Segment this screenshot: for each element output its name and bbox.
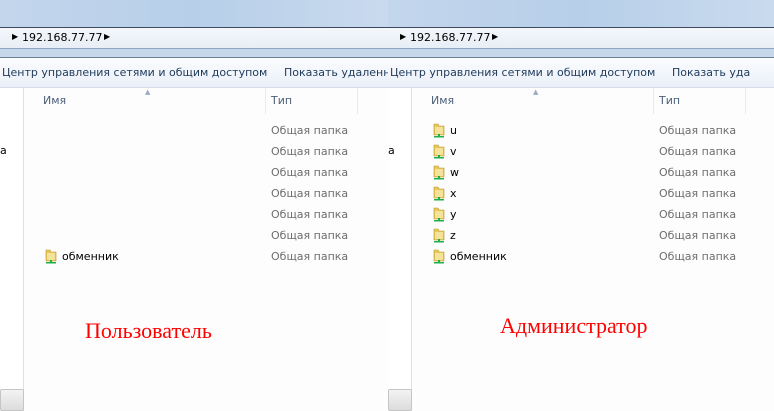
shared-folder-icon xyxy=(44,249,58,264)
list-item[interactable]: y Общая папка xyxy=(412,205,774,226)
file-list: ▲ Имя Тип Общая папка Общая папка Общая папка… xyxy=(24,88,388,411)
item-type: Общая папка xyxy=(659,166,737,179)
navigation-item-label[interactable]: а xyxy=(388,144,395,157)
title-bar xyxy=(0,0,388,28)
explorer-window-admin: ▶ 192.168.77.77 ▶ Центр управления сетями и… xyxy=(388,0,774,411)
breadcrumb-chevron-icon[interactable]: ▶ xyxy=(400,32,406,41)
role-caption: Администратор xyxy=(500,313,648,338)
list-item[interactable]: z Общая папка xyxy=(412,226,774,247)
item-name[interactable]: v xyxy=(450,145,457,158)
network-center-button[interactable]: Центр управления сетями и общим доступом xyxy=(2,66,267,79)
item-name[interactable]: u xyxy=(450,124,457,137)
item-type: Общая папка xyxy=(271,124,349,137)
item-type: Общая папка xyxy=(271,208,349,221)
network-center-button[interactable]: Центр управления сетями и общим доступом xyxy=(390,66,655,79)
item-name[interactable]: обменник xyxy=(62,250,119,263)
breadcrumb-host[interactable]: 192.168.77.77 xyxy=(410,31,490,44)
column-divider[interactable] xyxy=(745,88,746,114)
show-remote-button[interactable]: Показать уда xyxy=(672,66,750,79)
list-item[interactable]: обменник Общая папка xyxy=(412,247,774,268)
file-list: ▲ Имя Тип u Общая папка v Общая папка w Общая па… xyxy=(412,88,774,411)
address-bar[interactable]: ▶ 192.168.77.77 ▶ xyxy=(388,27,774,49)
item-type: Общая папка xyxy=(271,166,349,179)
shared-folder-icon xyxy=(432,144,446,159)
column-header-type[interactable]: Тип xyxy=(271,94,292,107)
navigation-pane[interactable]: а xyxy=(388,88,412,411)
breadcrumb-chevron-icon[interactable]: ▶ xyxy=(12,32,18,41)
title-bar xyxy=(388,0,774,28)
breadcrumb-host[interactable]: 192.168.77.77 xyxy=(22,31,102,44)
navigation-pane[interactable]: а xyxy=(0,88,24,411)
item-name[interactable]: обменник xyxy=(450,250,507,263)
shared-folder-icon xyxy=(432,228,446,243)
window-chrome-divider xyxy=(388,49,774,58)
command-bar: Центр управления сетями и общим доступом… xyxy=(0,58,388,88)
column-header-name[interactable]: Имя xyxy=(431,94,454,107)
list-item[interactable]: обменник Общая папка xyxy=(24,247,388,268)
item-type: Общая папка xyxy=(659,145,737,158)
item-name[interactable]: z xyxy=(450,229,456,242)
sort-ascending-icon: ▲ xyxy=(533,88,539,96)
breadcrumb-chevron-icon[interactable]: ▶ xyxy=(104,32,110,41)
list-item[interactable]: Общая папка xyxy=(24,121,388,142)
item-type: Общая папка xyxy=(659,187,737,200)
list-item[interactable]: Общая папка xyxy=(24,184,388,205)
shared-folder-icon xyxy=(432,123,446,138)
item-type: Общая папка xyxy=(271,145,349,158)
item-type: Общая папка xyxy=(659,229,737,242)
command-bar: Центр управления сетями и общим доступом… xyxy=(388,58,774,88)
list-item[interactable]: v Общая папка xyxy=(412,142,774,163)
column-header-type[interactable]: Тип xyxy=(659,94,680,107)
list-item[interactable]: x Общая папка xyxy=(412,184,774,205)
shared-folder-icon xyxy=(432,207,446,222)
item-name[interactable]: y xyxy=(450,208,457,221)
column-divider[interactable] xyxy=(265,88,266,114)
item-type: Общая папка xyxy=(659,250,737,263)
sort-ascending-icon: ▲ xyxy=(145,88,151,96)
window-chrome-divider xyxy=(0,49,388,58)
item-name[interactable]: w xyxy=(450,166,459,179)
item-type: Общая папка xyxy=(271,229,349,242)
list-item[interactable]: u Общая папка xyxy=(412,121,774,142)
horizontal-scrollbar-thumb[interactable] xyxy=(388,389,412,411)
item-type: Общая папка xyxy=(659,124,737,137)
address-bar[interactable]: ▶ 192.168.77.77 ▶ xyxy=(0,27,388,49)
list-item[interactable]: Общая папка xyxy=(24,142,388,163)
column-divider[interactable] xyxy=(653,88,654,114)
list-item[interactable]: Общая папка xyxy=(24,205,388,226)
column-divider[interactable] xyxy=(357,88,358,114)
list-item[interactable]: Общая папка xyxy=(24,226,388,247)
item-type: Общая папка xyxy=(271,187,349,200)
role-caption: Пользователь xyxy=(85,318,212,343)
list-item[interactable]: Общая папка xyxy=(24,163,388,184)
item-name[interactable]: x xyxy=(450,187,457,200)
navigation-item-label[interactable]: а xyxy=(0,144,7,157)
horizontal-scrollbar-thumb[interactable] xyxy=(0,389,24,411)
explorer-window-user: ▶ 192.168.77.77 ▶ Центр управления сетями и… xyxy=(0,0,388,411)
column-header-name[interactable]: Имя xyxy=(43,94,66,107)
show-remote-button[interactable]: Показать удаленны xyxy=(284,66,388,79)
shared-folder-icon xyxy=(432,249,446,264)
item-type: Общая папка xyxy=(659,208,737,221)
breadcrumb-chevron-icon[interactable]: ▶ xyxy=(492,32,498,41)
shared-folder-icon xyxy=(432,165,446,180)
shared-folder-icon xyxy=(432,186,446,201)
list-item[interactable]: w Общая папка xyxy=(412,163,774,184)
item-type: Общая папка xyxy=(271,250,349,263)
